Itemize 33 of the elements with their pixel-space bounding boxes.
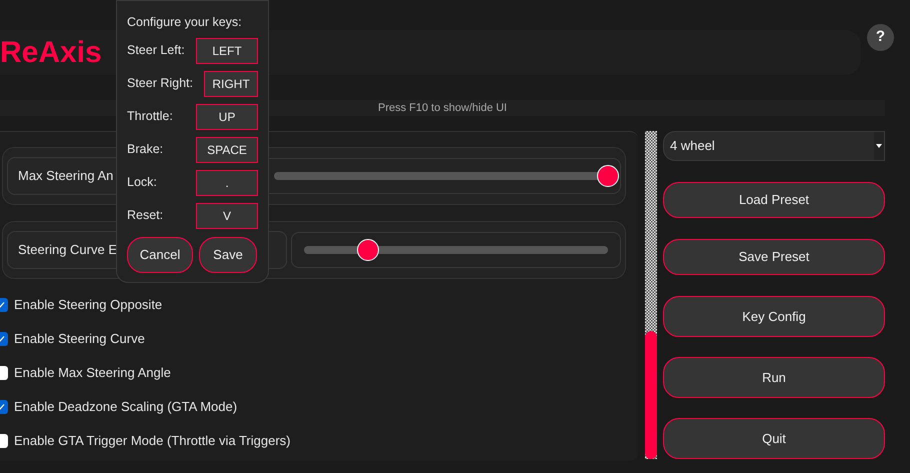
key-field[interactable]: RIGHT <box>204 70 258 97</box>
action-button[interactable]: Save Preset <box>663 239 885 275</box>
checkbox-label: Enable Steering Curve <box>14 330 145 348</box>
checkbox-label: Enable Steering Opposite <box>14 296 162 314</box>
key-field[interactable]: UP <box>196 104 258 130</box>
dialog-title: Configure your keys: <box>127 14 243 31</box>
hint-text: Press F10 to show/hide UI <box>378 100 507 116</box>
key-field[interactable]: SPACE <box>196 136 258 163</box>
checkbox-label: Enable GTA Trigger Mode (Throttle via Triggers) <box>14 432 290 450</box>
action-button[interactable]: Load Preset <box>663 182 885 218</box>
action-button[interactable]: Quit <box>663 418 885 459</box>
dialog-button[interactable]: Cancel <box>127 236 193 273</box>
key-label: Brake: <box>127 141 164 158</box>
action-button[interactable]: Run <box>663 357 885 398</box>
slider-thumb[interactable] <box>597 165 619 187</box>
slider[interactable] <box>291 232 621 268</box>
slider-thumb[interactable] <box>356 239 379 261</box>
key-label: Throttle: <box>127 108 173 126</box>
key-field[interactable]: LEFT <box>196 38 258 64</box>
key-field[interactable]: V <box>196 202 258 229</box>
checkbox-label: Enable Max Steering Angle <box>14 364 171 382</box>
dialog-button[interactable]: Save <box>199 236 257 273</box>
key-label: Lock: <box>127 174 157 192</box>
key-field[interactable]: . <box>196 170 258 196</box>
action-button[interactable]: Key Config <box>663 296 885 337</box>
key-label: Reset: <box>127 207 164 224</box>
key-label: Steer Left: <box>127 42 185 60</box>
help-button[interactable]: ? <box>867 24 894 51</box>
app-title: ReAxis <box>0 38 102 68</box>
checkbox-label: Enable Deadzone Scaling (GTA Mode) <box>14 398 238 416</box>
vehicle-select[interactable]: 4 wheel <box>663 131 885 161</box>
caret-icon <box>874 132 884 160</box>
key-label: Steer Right: <box>127 75 194 92</box>
